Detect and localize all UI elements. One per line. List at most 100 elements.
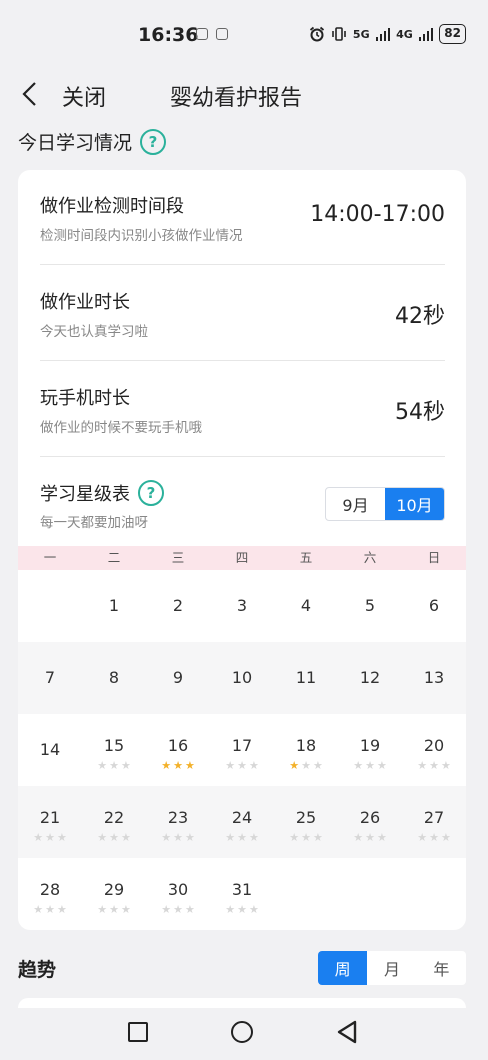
star-icon: ★	[184, 759, 195, 772]
calendar-day[interactable]: 11	[274, 642, 338, 714]
weekday-label: 三	[171, 550, 185, 565]
help-icon[interactable]: ?	[138, 480, 164, 506]
star-icon: ★	[248, 903, 259, 916]
calendar-day[interactable]: 2	[146, 570, 210, 642]
star-icon: ★	[173, 831, 183, 844]
star-icon: ★	[365, 759, 375, 772]
star-icon: ★	[289, 759, 300, 772]
back-arrow-icon[interactable]	[18, 80, 42, 108]
star-icon: ★	[353, 831, 364, 844]
day-number: 15	[103, 736, 125, 755]
recent-apps-icon[interactable]	[128, 1022, 148, 1042]
star-icon: ★	[161, 759, 172, 772]
day-number: 10	[231, 668, 253, 687]
trend-option[interactable]: 周	[318, 951, 368, 985]
weekday-label: 二	[107, 550, 121, 565]
calendar-day[interactable]: 28 ★ ★ ★	[18, 858, 82, 930]
row-title: 玩手机时长	[40, 388, 130, 409]
calendar-day[interactable]: 8	[82, 642, 146, 714]
trend-option[interactable]: 年	[417, 951, 466, 985]
star-icon: ★	[33, 903, 44, 916]
star-icon: ★	[429, 831, 439, 844]
day-number: 29	[103, 880, 125, 899]
day-number: 13	[423, 668, 445, 687]
star-icon: ★	[237, 759, 247, 772]
star-icon: ★	[237, 903, 247, 916]
star-icon: ★	[301, 759, 311, 772]
help-icon[interactable]: ?	[140, 128, 167, 155]
star-icon: ★	[440, 831, 451, 844]
star-icon: ★	[120, 831, 131, 844]
day-star-rating: ★ ★ ★	[210, 760, 274, 772]
calendar-day	[274, 858, 338, 930]
calendar-day[interactable]: 24 ★ ★ ★	[210, 786, 274, 858]
calendar-day[interactable]: 13	[402, 642, 466, 714]
close-button[interactable]: 关闭	[62, 80, 106, 112]
calendar-day[interactable]: 30 ★ ★ ★	[146, 858, 210, 930]
month-switch: 9月 10月	[325, 487, 445, 521]
calendar-day[interactable]: 14	[18, 714, 82, 786]
calendar-day[interactable]: 10	[210, 642, 274, 714]
row-title: 做作业时长	[40, 292, 130, 313]
calendar-day[interactable]: 3	[210, 570, 274, 642]
day-number: 4	[300, 596, 312, 615]
calendar-day[interactable]: 29 ★ ★ ★	[82, 858, 146, 930]
vibrate-icon	[332, 27, 346, 41]
weekday-label: 一	[43, 550, 57, 565]
star-icon: ★	[225, 759, 236, 772]
calendar-day[interactable]: 9	[146, 642, 210, 714]
calendar-week-row: 1 2 3 4 5 6	[18, 570, 466, 642]
month-option[interactable]: 9月	[326, 488, 385, 520]
calendar-day[interactable]: 1	[82, 570, 146, 642]
trend-option[interactable]: 月	[367, 951, 416, 985]
calendar-day[interactable]: 25 ★ ★ ★	[274, 786, 338, 858]
calendar-day[interactable]: 5	[338, 570, 402, 642]
weekday-label: 五	[299, 550, 313, 565]
day-number: 14	[39, 740, 61, 759]
star-icon: ★	[109, 759, 119, 772]
calendar-week-row: 14 15 ★ ★ ★ 16 ★ ★ ★ 17 ★ ★ ★ 18 ★ ★ ★ 19 ★ ★ ★ 20 ★ ★ ★	[18, 714, 466, 786]
notification-icon	[216, 28, 228, 40]
day-number: 30	[167, 880, 189, 899]
day-number: 11	[295, 668, 317, 687]
day-number: 24	[231, 808, 253, 827]
calendar-day[interactable]: 20 ★ ★ ★	[402, 714, 466, 786]
calendar-day[interactable]: 19 ★ ★ ★	[338, 714, 402, 786]
calendar-day[interactable]: 16 ★ ★ ★	[146, 714, 210, 786]
month-option[interactable]: 10月	[385, 488, 444, 520]
day-number: 27	[423, 808, 445, 827]
phone-duration-row: 玩手机时长 做作业的时候不要玩手机哦 54秒	[40, 362, 445, 457]
calendar-day[interactable]: 31 ★ ★ ★	[210, 858, 274, 930]
status-bar: 16:36 5G 4G 82	[0, 0, 488, 70]
day-number: 7	[44, 668, 56, 687]
star-icon: ★	[365, 831, 375, 844]
calendar-day[interactable]: 15 ★ ★ ★	[82, 714, 146, 786]
star-table-title: 学习星级表 ?	[40, 480, 164, 506]
weekday-label: 四	[235, 550, 249, 565]
calendar-day[interactable]: 26 ★ ★ ★	[338, 786, 402, 858]
calendar-day[interactable]: 27 ★ ★ ★	[402, 786, 466, 858]
trend-card	[18, 998, 466, 1008]
calendar-day[interactable]: 4	[274, 570, 338, 642]
calendar-day[interactable]: 6	[402, 570, 466, 642]
calendar-day[interactable]: 22 ★ ★ ★	[82, 786, 146, 858]
calendar-day[interactable]: 18 ★ ★ ★	[274, 714, 338, 786]
day-star-rating: ★ ★ ★	[82, 832, 146, 844]
calendar-day[interactable]: 21 ★ ★ ★	[18, 786, 82, 858]
trend-title: 趋势	[18, 959, 57, 981]
star-icon: ★	[120, 759, 131, 772]
day-number: 25	[295, 808, 317, 827]
signal-icon	[418, 27, 434, 41]
calendar-day[interactable]: 12	[338, 642, 402, 714]
calendar-day[interactable]: 23 ★ ★ ★	[146, 786, 210, 858]
star-table-subtitle: 每一天都要加油呀	[40, 515, 148, 531]
status-right: 5G 4G 82	[309, 24, 466, 44]
back-triangle-icon[interactable]	[336, 1020, 358, 1044]
calendar-day[interactable]: 17 ★ ★ ★	[210, 714, 274, 786]
alarm-icon	[309, 26, 324, 42]
home-icon[interactable]	[231, 1021, 253, 1043]
star-icon: ★	[97, 831, 108, 844]
star-table-title-text: 学习星级表	[40, 484, 130, 505]
star-icon: ★	[417, 831, 428, 844]
calendar-day[interactable]: 7	[18, 642, 82, 714]
